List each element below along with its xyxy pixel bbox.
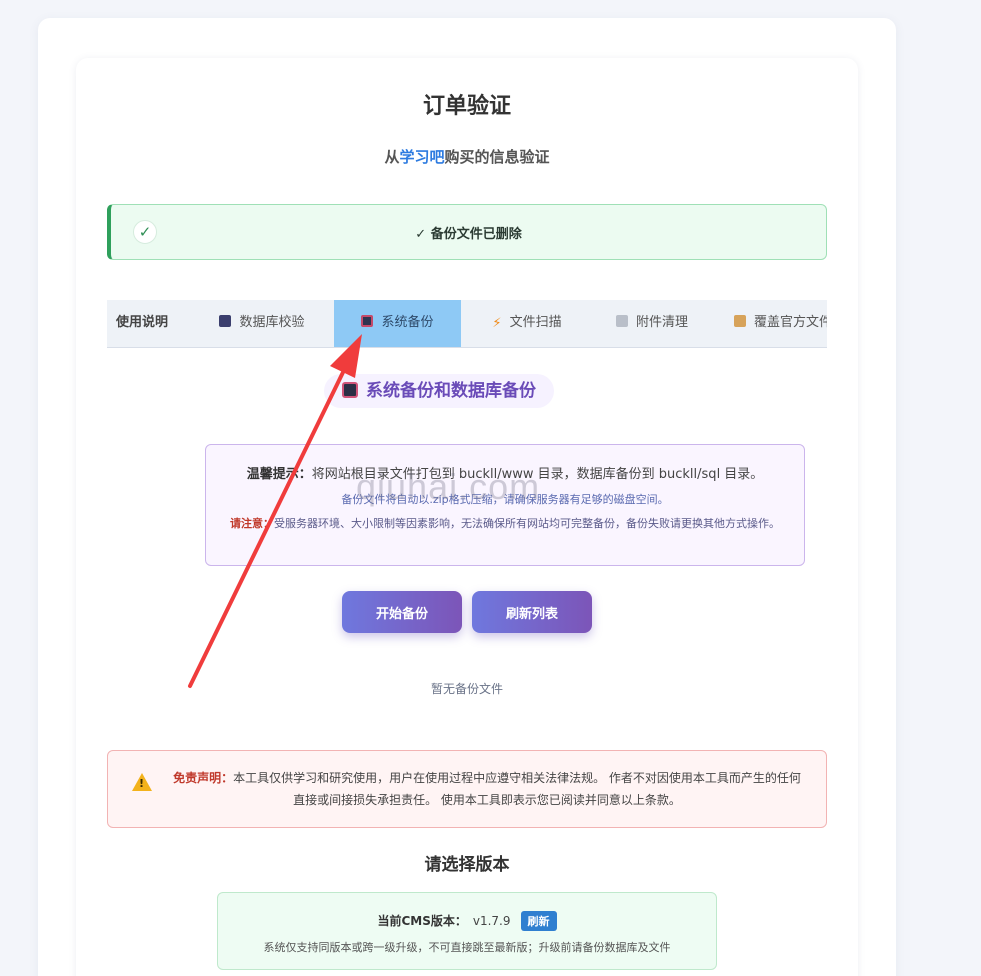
success-message: ✓ 备份文件已删除 [415, 227, 522, 242]
disclaimer-box: ! 免责声明：本工具仅供学习和研究使用，用户在使用过程中应遵守相关法律法规。 作… [107, 750, 827, 828]
tab-database-check[interactable]: 数据库校验 [207, 300, 317, 347]
tab-instructions[interactable]: 使用说明 [107, 300, 177, 347]
page-title: 订单验证 [422, 94, 511, 119]
section-heading: 系统备份和数据库备份 [324, 374, 554, 408]
floppy-icon [361, 315, 374, 327]
version-row: 当前CMS版本： v1.7.9 刷新 [218, 911, 716, 931]
version-box: 当前CMS版本： v1.7.9 刷新 系统仅支持同版本或跨一级升级，不可直接跳至最新… [217, 892, 717, 970]
package-icon [734, 315, 746, 327]
tab-attachment-cleanup[interactable]: 附件清理 [607, 300, 697, 347]
trash-icon [615, 315, 628, 327]
version-value: v1.7.9 [472, 914, 511, 928]
tab-file-scan[interactable]: ⚡ 文件扫描 [482, 300, 572, 347]
floppy-icon [342, 382, 358, 398]
version-note: 系统仅支持同版本或跨一级升级，不可直接跳至最新版；升级前请备份数据库及文件 [263, 941, 671, 954]
tab-bar: 使用说明 数据库校验 系统备份 ⚡ 文件扫描 附件清理 覆盖官方文件 [107, 300, 827, 348]
version-heading: 请选择版本 [424, 855, 510, 875]
bolt-icon: ⚡ [492, 316, 502, 331]
watermark: qiuhai.com [356, 466, 541, 507]
database-icon [219, 315, 232, 327]
tip-line-3: 请注意：受服务器环境、大小限制等因素影响，无法确保所有网站均可完整备份，备份失败… [230, 517, 780, 530]
brand-link[interactable]: 学习吧 [399, 148, 444, 166]
tab-system-backup[interactable]: 系统备份 [334, 300, 461, 347]
refresh-version-button[interactable]: 刷新 [520, 911, 557, 931]
warning-icon: ! [132, 773, 152, 791]
main-card: 订单验证 从学习吧购买的信息验证 ✓ ✓ 备份文件已删除 使用说明 数据库校验 … [76, 58, 858, 976]
start-backup-button[interactable]: 开始备份 [342, 591, 462, 633]
success-alert: ✓ ✓ 备份文件已删除 [107, 204, 827, 260]
refresh-list-button[interactable]: 刷新列表 [472, 591, 592, 633]
empty-state: 暂无备份文件 [430, 682, 503, 696]
page-subtitle: 从学习吧购买的信息验证 [384, 148, 550, 166]
disclaimer-text: 免责声明：本工具仅供学习和研究使用，用户在使用过程中应遵守相关法律法规。 作者不… [173, 771, 801, 807]
tab-overwrite-official[interactable]: 覆盖官方文件 [734, 300, 827, 347]
